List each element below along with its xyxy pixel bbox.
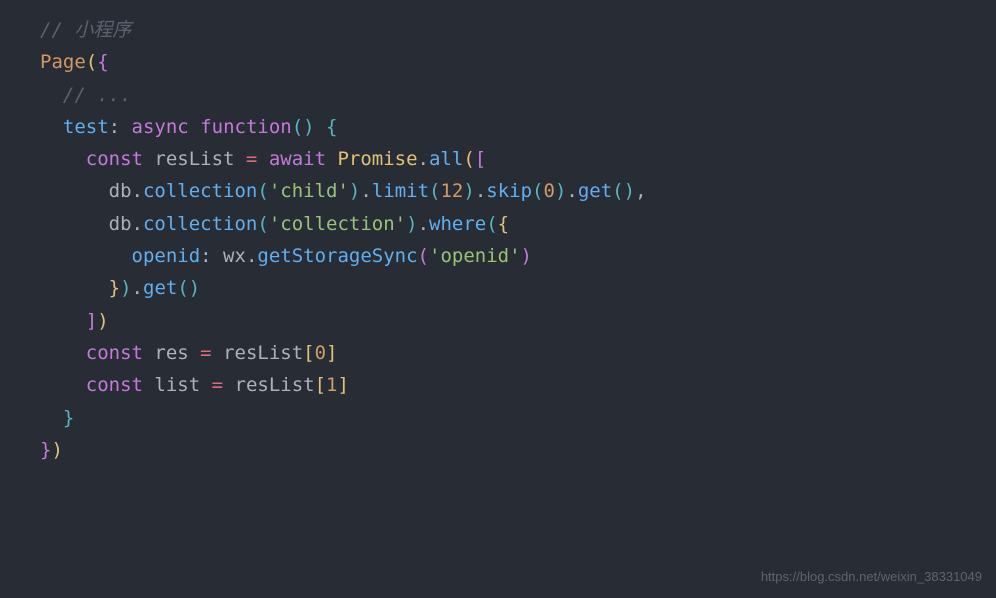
code-line-7: db.collection('collection').where({ bbox=[40, 208, 996, 240]
comment-text: // ... bbox=[63, 84, 132, 106]
async-keyword: async bbox=[132, 116, 189, 138]
code-line-14: }) bbox=[40, 434, 996, 466]
code-editor[interactable]: // 小程序 Page({ // ... test: async functio… bbox=[0, 0, 996, 480]
all-method: all bbox=[429, 148, 463, 170]
code-line-2: Page({ bbox=[40, 46, 996, 78]
watermark-text: https://blog.csdn.net/weixin_38331049 bbox=[761, 566, 982, 588]
comment-text: // 小程序 bbox=[40, 19, 131, 41]
property-key: test bbox=[63, 116, 109, 138]
code-line-3: // ... bbox=[40, 79, 996, 111]
code-line-4: test: async function() { bbox=[40, 111, 996, 143]
code-line-9: }).get() bbox=[40, 272, 996, 304]
code-line-13: } bbox=[40, 402, 996, 434]
function-keyword: function bbox=[200, 116, 292, 138]
code-line-10: ]) bbox=[40, 305, 996, 337]
code-line-5: const resList = await Promise.all([ bbox=[40, 143, 996, 175]
code-line-8: openid: wx.getStorageSync('openid') bbox=[40, 240, 996, 272]
code-line-6: db.collection('child').limit(12).skip(0)… bbox=[40, 175, 996, 207]
promise-object: Promise bbox=[337, 148, 417, 170]
const-keyword: const bbox=[86, 342, 143, 364]
const-keyword: const bbox=[86, 148, 143, 170]
code-line-12: const list = resList[1] bbox=[40, 369, 996, 401]
await-keyword: await bbox=[257, 148, 337, 170]
page-call: Page bbox=[40, 51, 86, 73]
code-line-1: // 小程序 bbox=[40, 14, 996, 46]
code-line-11: const res = resList[0] bbox=[40, 337, 996, 369]
const-keyword: const bbox=[86, 374, 143, 396]
